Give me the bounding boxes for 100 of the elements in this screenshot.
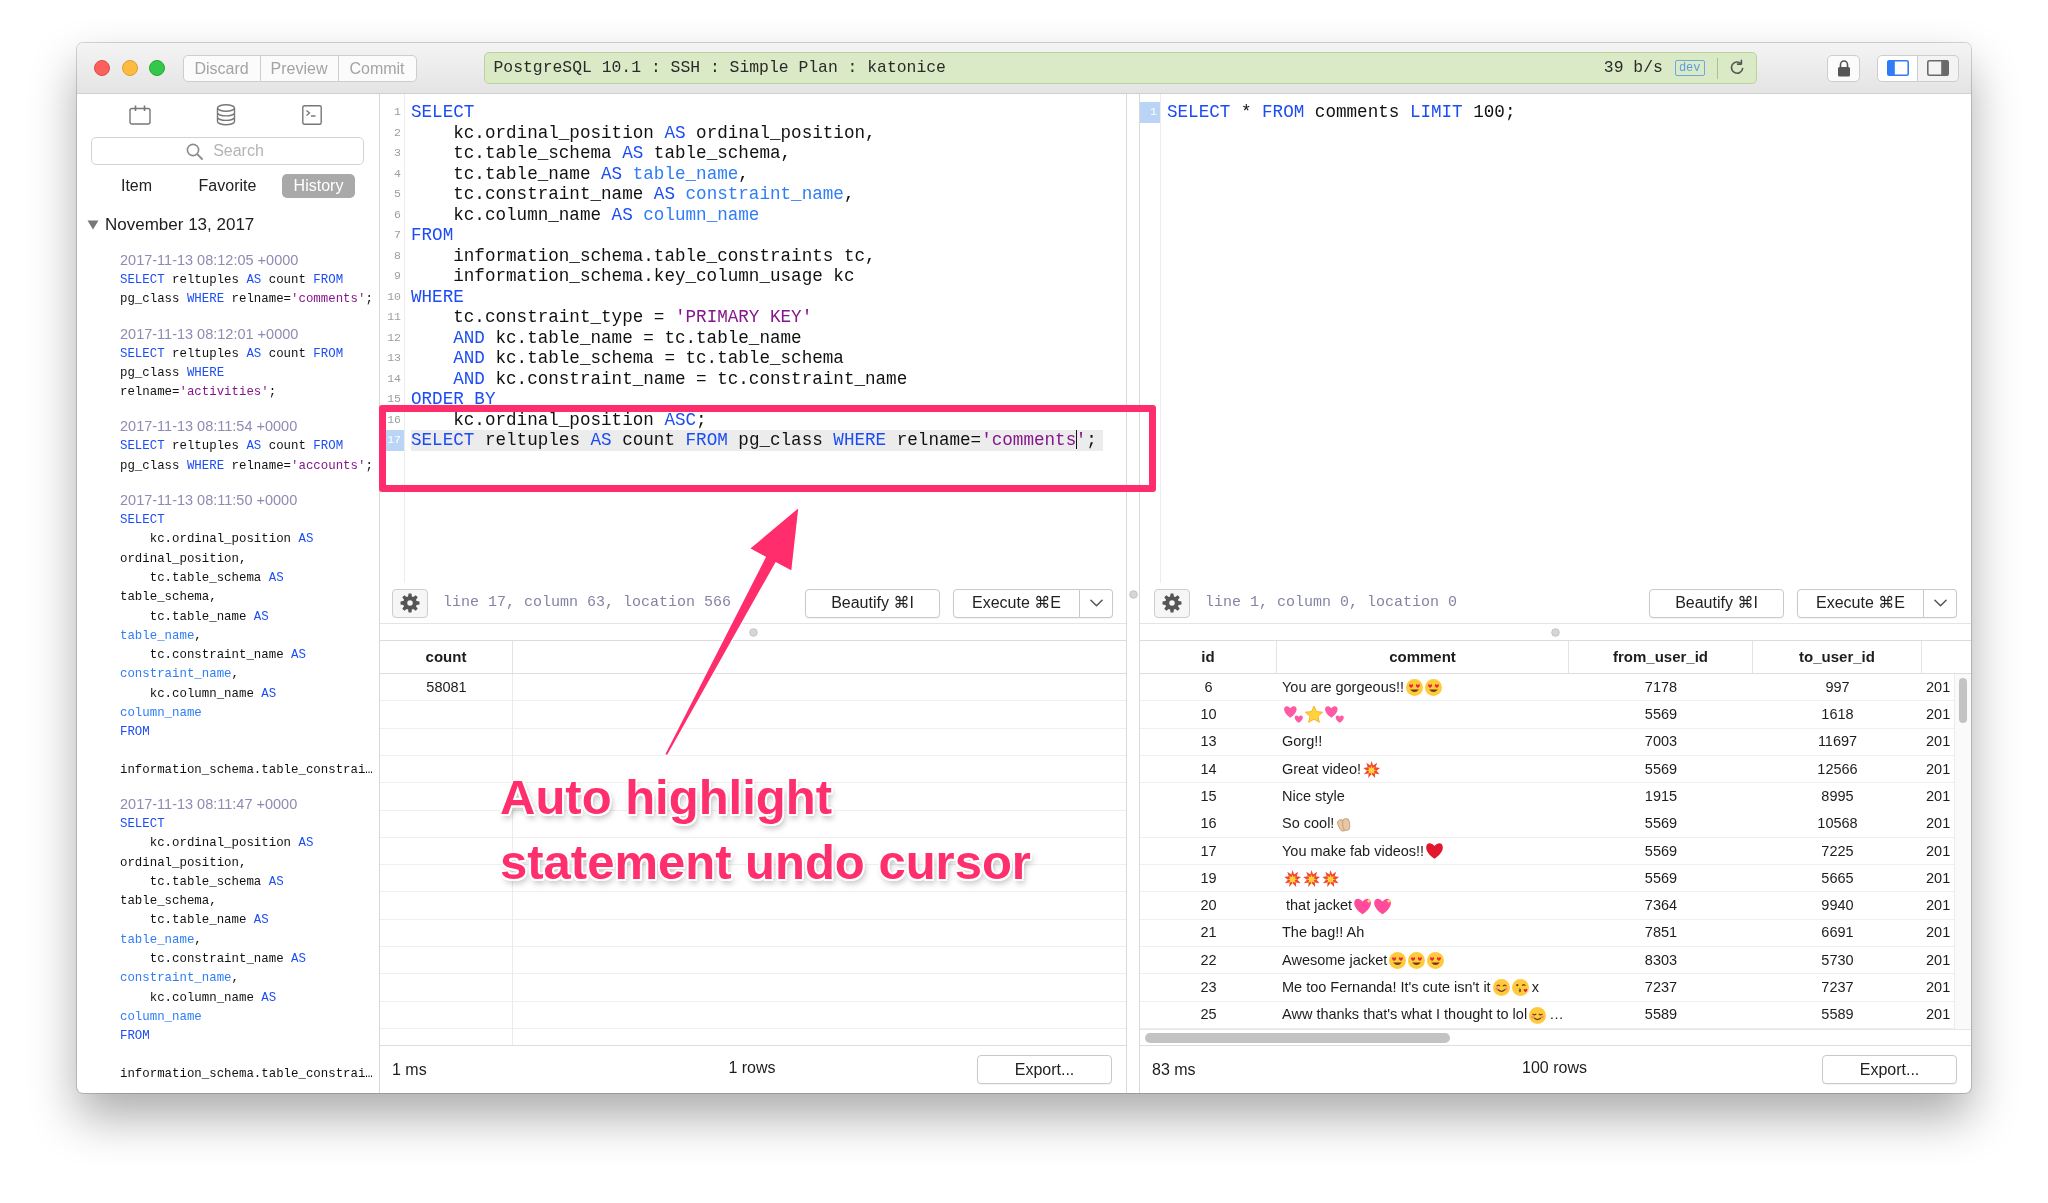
table-cell-text: 8995 xyxy=(1820,786,1855,806)
drag-handle-icon[interactable] xyxy=(1551,627,1560,637)
code-line: tc.table_schema AS table_schema, xyxy=(452,143,793,164)
sql-line: ordinal_position, xyxy=(120,854,247,872)
column-header[interactable]: comment xyxy=(1277,641,1569,673)
comment-text: x xyxy=(1531,978,1539,998)
table-cell-text: 7237 xyxy=(1820,978,1855,998)
scrollbar-thumb[interactable] xyxy=(1145,1033,1450,1043)
two-hearts-icon xyxy=(1325,706,1344,724)
blushing-face-icon xyxy=(1529,1006,1547,1024)
sql-line: table_schema, xyxy=(120,893,217,911)
close-button[interactable] xyxy=(94,60,110,76)
line-number: 7 xyxy=(393,227,402,243)
heart-eyes-face-icon xyxy=(1406,679,1423,697)
table-cell-text: 23 xyxy=(1199,978,1218,998)
smiling-face-icon xyxy=(1492,979,1510,997)
execute-options-button[interactable] xyxy=(1924,588,1957,618)
calendar-icon[interactable] xyxy=(129,105,151,125)
code-line: ORDER BY xyxy=(411,389,497,410)
sql-line: information_schema.table_constrai… xyxy=(120,1065,373,1083)
lock-button[interactable] xyxy=(1827,54,1860,82)
table-cell-text: 201 xyxy=(1925,978,1952,998)
query-time: 1 ms xyxy=(392,1059,428,1080)
settings-button[interactable] xyxy=(392,588,428,618)
line-number: 1 xyxy=(393,104,402,120)
table-cell-text: 5589 xyxy=(1643,1005,1679,1025)
table-cell-text: 201 xyxy=(1925,841,1952,861)
code-line: AND kc.table_schema = tc.table_schema xyxy=(452,348,845,369)
line-number: 11 xyxy=(386,309,402,325)
execute-button[interactable]: Execute ⌘E xyxy=(1797,588,1924,618)
table-cell-text: 20 xyxy=(1199,896,1218,916)
table-cell-text: 16 xyxy=(1199,814,1218,834)
sidebar-tab[interactable]: Item xyxy=(108,174,165,198)
history-date[interactable]: November 13, 2017 xyxy=(105,212,255,238)
table-cell-text: 7237 xyxy=(1643,978,1679,998)
settings-button[interactable] xyxy=(1154,588,1190,618)
table-cell-text: 5730 xyxy=(1820,950,1855,970)
line-number: 16 xyxy=(386,411,402,428)
sql-line: tc.table_schema AS xyxy=(148,569,284,587)
table-cell-text: 5569 xyxy=(1643,705,1679,725)
table-cell-text: 8303 xyxy=(1643,950,1679,970)
sql-line: SELECT reltuples AS count FROM xyxy=(120,345,344,363)
database-icon[interactable] xyxy=(216,104,236,126)
sql-line: column_name xyxy=(120,705,202,723)
table-cell-text: 7178 xyxy=(1643,677,1679,697)
table-cell-text: The bag!! Ah xyxy=(1281,923,1366,943)
sidebar-tab[interactable]: Favorite xyxy=(186,174,269,198)
zoom-button[interactable] xyxy=(149,60,165,76)
code-line: SELECT * FROM comments LIMIT 100; xyxy=(1167,102,1517,123)
search-icon xyxy=(185,142,203,160)
comment-text: that jacket xyxy=(1285,896,1353,916)
disclosure-triangle-icon[interactable] xyxy=(87,220,99,230)
execute-button[interactable]: Execute ⌘E xyxy=(953,588,1080,618)
panel-toggle[interactable] xyxy=(1918,54,1959,82)
table-cell-text: 1915 xyxy=(1643,786,1679,806)
sql-line: table_name, xyxy=(120,931,202,949)
column-header[interactable]: from_user_id xyxy=(1569,641,1753,673)
scrollbar-thumb[interactable] xyxy=(1959,678,1967,723)
search-field[interactable]: Search xyxy=(91,137,364,165)
panel-toggle[interactable] xyxy=(1877,54,1918,82)
export-button[interactable]: Export... xyxy=(1822,1055,1957,1084)
table-cell-text: 15 xyxy=(1199,786,1218,806)
comment-text: … xyxy=(1549,1005,1564,1025)
two-hearts-icon xyxy=(1284,706,1303,724)
code-line: tc.constraint_type = 'PRIMARY KEY' xyxy=(452,307,814,328)
history-timestamp: 2017-11-13 08:12:05 +0000 xyxy=(120,251,299,270)
line-number: 12 xyxy=(386,329,402,346)
column-header[interactable]: id xyxy=(1140,641,1277,673)
chevron-icon xyxy=(1089,599,1103,607)
execute-options-button[interactable] xyxy=(1080,588,1113,618)
drag-handle-icon[interactable] xyxy=(1128,590,1138,599)
collision-icon xyxy=(1363,761,1380,779)
sql-line: FROM xyxy=(120,724,150,742)
terminal-icon[interactable] xyxy=(302,105,322,125)
sql-line: constraint_name, xyxy=(120,666,239,684)
beautify-button[interactable]: Beautify ⌘I xyxy=(1649,588,1784,618)
column-header[interactable]: count xyxy=(380,641,513,673)
table-cell-text: 201 xyxy=(1925,759,1952,779)
sql-line: FROM xyxy=(120,1028,150,1046)
heart-eyes-face-icon xyxy=(1427,952,1445,970)
minimize-button[interactable] xyxy=(121,60,138,76)
sql-line: kc.column_name AS xyxy=(148,685,277,703)
sql-line: pg_class WHERE relname='accounts'; xyxy=(120,457,373,475)
sql-line: pg_class WHERE xyxy=(120,364,225,382)
drag-handle-icon[interactable] xyxy=(748,627,758,637)
heart-eyes-face-icon xyxy=(1425,679,1442,697)
beautify-button[interactable]: Beautify ⌘I xyxy=(805,588,940,618)
code-line: AND kc.constraint_name = tc.constraint_name xyxy=(452,368,909,389)
table-cell-text: 201 xyxy=(1925,923,1952,943)
table-cell-text: 201 xyxy=(1925,950,1952,970)
history-timestamp: 2017-11-13 08:12:01 +0000 xyxy=(120,324,299,344)
code-line: SELECT xyxy=(411,102,476,123)
line-number: 13 xyxy=(386,350,402,366)
table-cell-text: 5665 xyxy=(1820,868,1855,888)
padlock-icon xyxy=(1836,59,1851,77)
line-number: 1 xyxy=(1140,102,1160,123)
export-button[interactable]: Export... xyxy=(977,1055,1112,1084)
column-header[interactable]: to_user_id xyxy=(1753,641,1922,673)
table-cell-text: 10 xyxy=(1199,705,1218,725)
settings-icon xyxy=(1162,593,1182,613)
